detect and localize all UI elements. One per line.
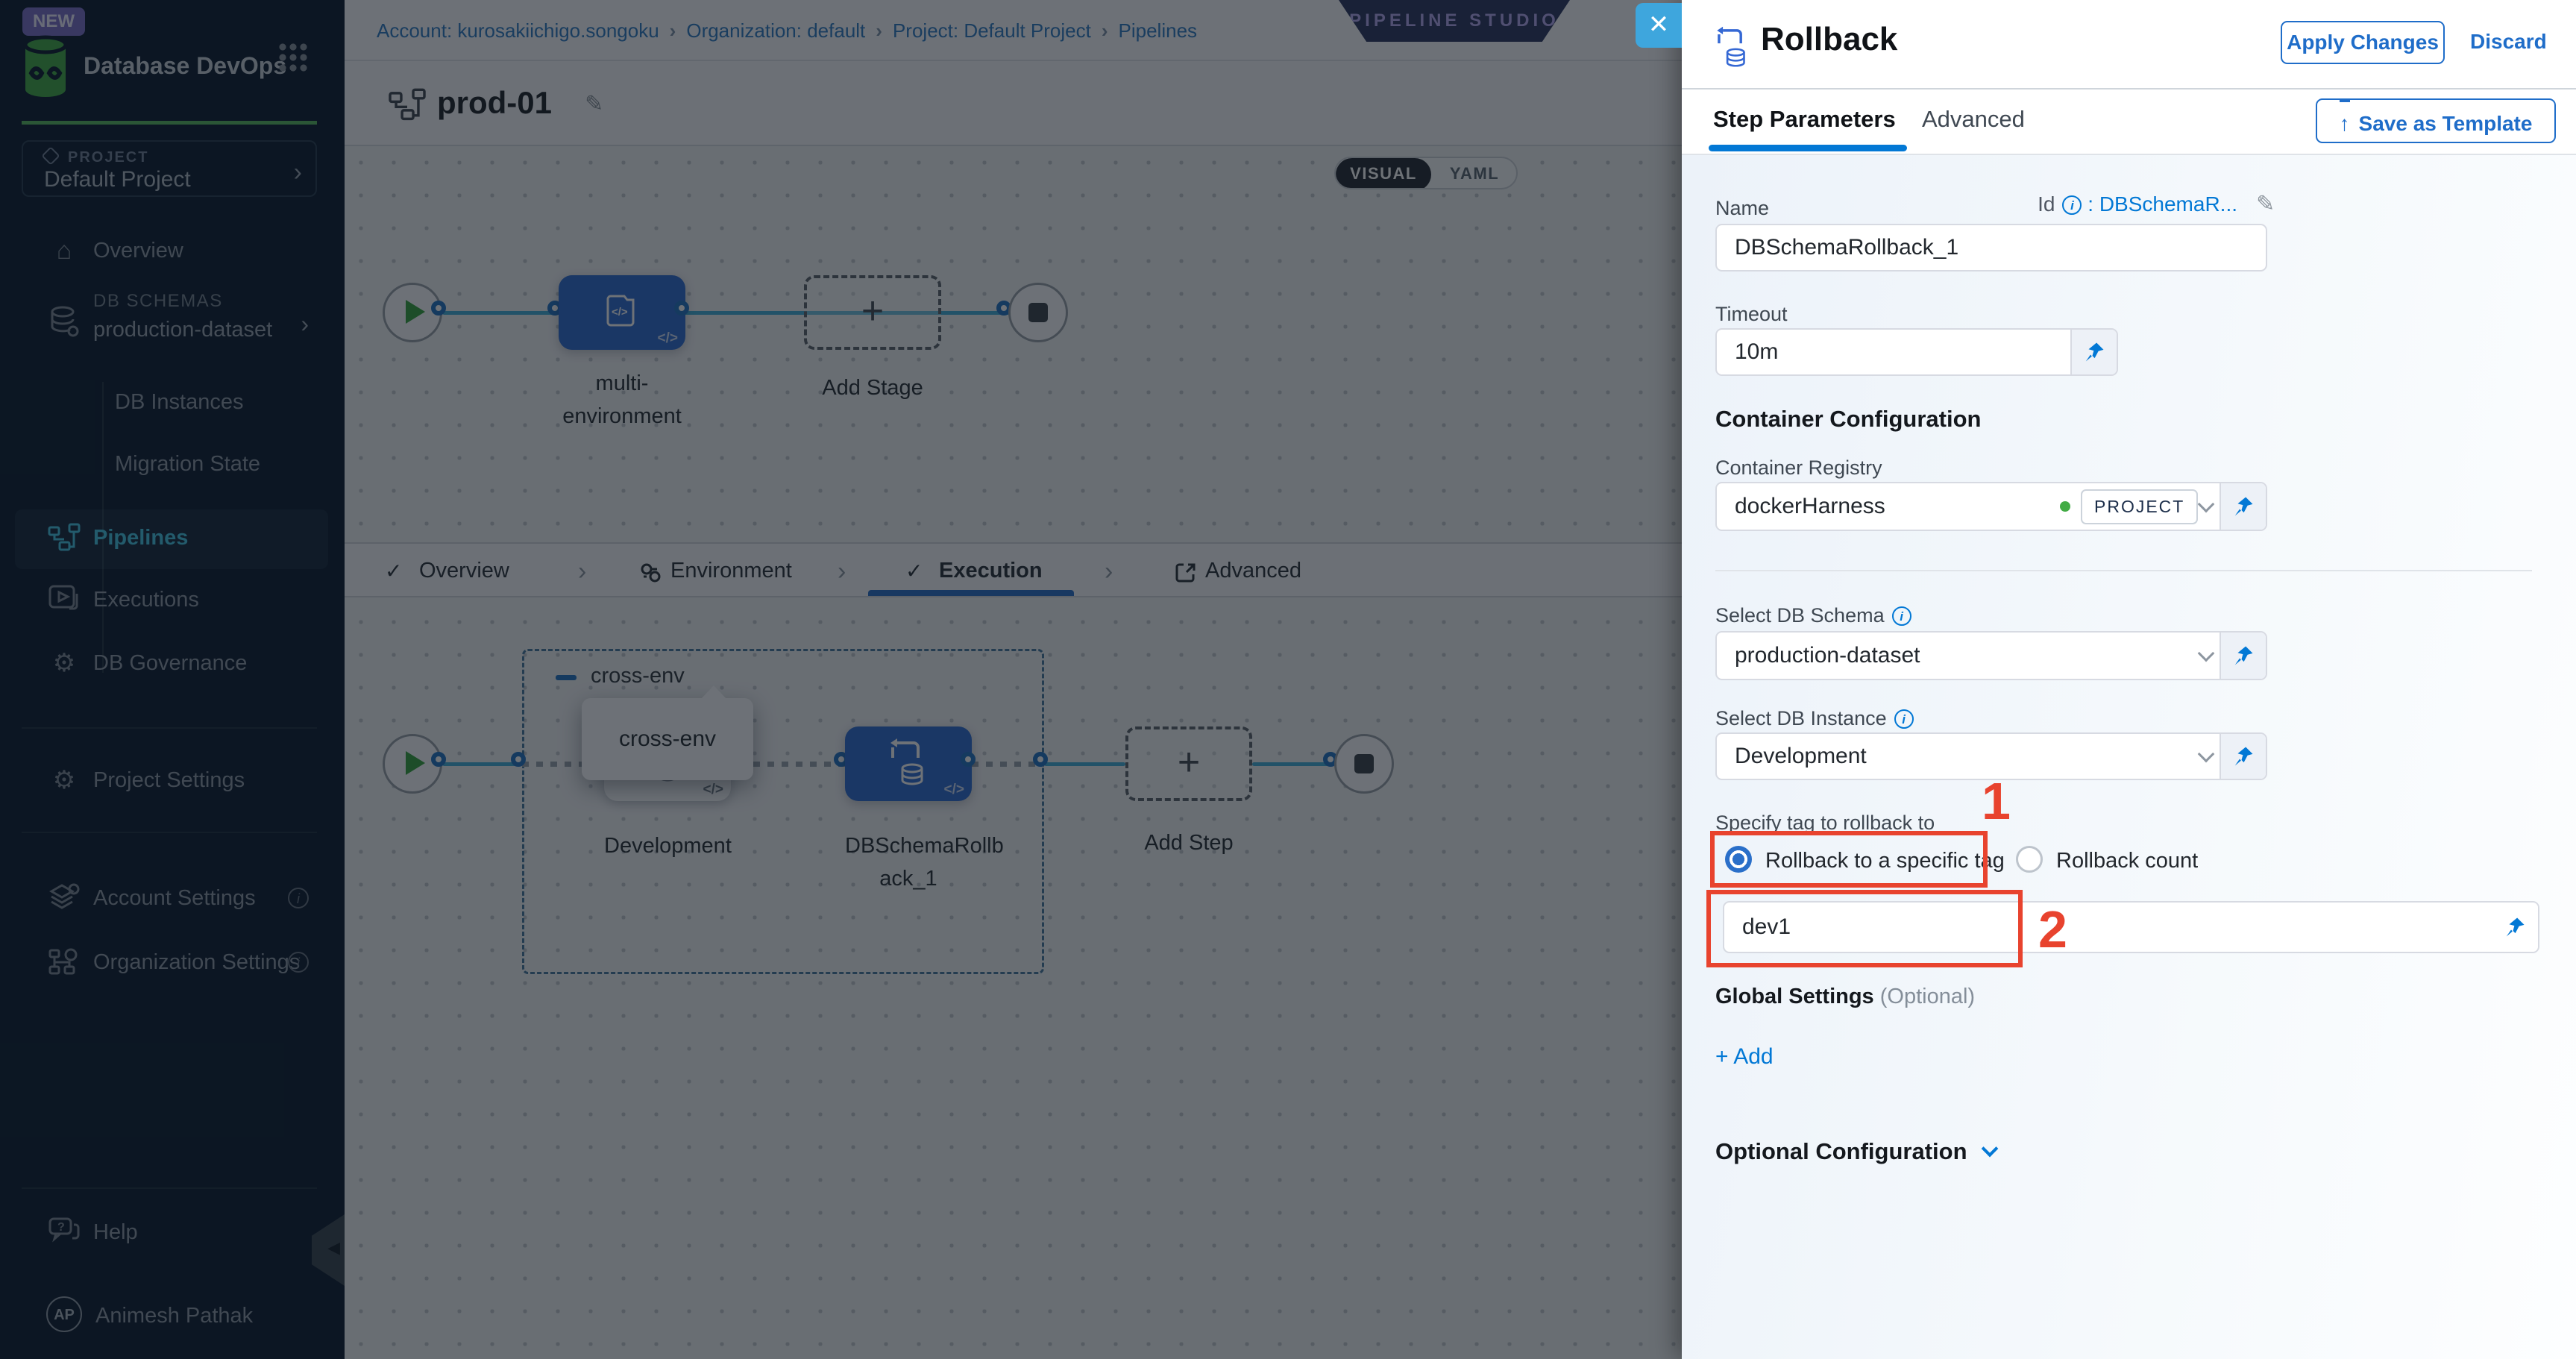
chevron-down-icon[interactable] bbox=[2198, 645, 2215, 662]
annotation-box-2 bbox=[1706, 890, 2023, 967]
annotation-box-1 bbox=[1710, 831, 1988, 888]
id-row: Idi : DBSchemaR... bbox=[1715, 192, 2237, 216]
annotation-number-1: 1 bbox=[1982, 771, 2011, 831]
info-icon[interactable]: i bbox=[2062, 195, 2082, 215]
container-registry-label: Container Registry bbox=[1715, 456, 1882, 480]
tab-step-parameters[interactable]: Step Parameters bbox=[1713, 106, 1896, 133]
scope-badge: PROJECT bbox=[2081, 489, 2198, 524]
rollback-step-icon bbox=[1713, 25, 1752, 75]
pin-input-type-button[interactable] bbox=[2220, 483, 2266, 530]
drawer-title: Rollback bbox=[1761, 21, 1897, 58]
discard-button[interactable]: Discard bbox=[2470, 30, 2547, 54]
app-window: NEW Database DevOps PROJECT Default Proj… bbox=[0, 0, 2576, 1359]
chevron-down-icon[interactable] bbox=[2198, 496, 2215, 513]
chevron-down-icon bbox=[1981, 1140, 1998, 1158]
form-divider bbox=[1715, 570, 2532, 571]
container-registry-input[interactable]: dockerHarness PROJECT bbox=[1715, 482, 2267, 531]
timeout-input[interactable]: 10m bbox=[1715, 328, 2118, 376]
pin-input-type-button[interactable] bbox=[2070, 330, 2117, 374]
pin-input-type-button[interactable] bbox=[2220, 633, 2266, 679]
optional-configuration-toggle[interactable]: Optional Configuration bbox=[1715, 1138, 1996, 1165]
info-icon[interactable]: i bbox=[1892, 606, 1911, 626]
pin-input-type-button[interactable] bbox=[2492, 903, 2538, 952]
tab-advanced[interactable]: Advanced bbox=[1922, 106, 2025, 133]
connectivity-status-dot bbox=[2060, 501, 2070, 512]
chevron-down-icon[interactable] bbox=[2198, 746, 2215, 763]
name-input[interactable]: DBSchemaRollback_1 bbox=[1715, 224, 2267, 272]
add-global-setting-link[interactable]: + Add bbox=[1715, 1044, 1774, 1070]
radio-label-rollback-count[interactable]: Rollback count bbox=[2056, 849, 2198, 873]
id-value: : DBSchemaR... bbox=[2087, 192, 2237, 216]
active-tab-underline bbox=[1709, 145, 1907, 151]
edit-id-pencil-icon[interactable]: ✎ bbox=[2256, 191, 2275, 217]
select-db-instance-label: Select DB Instancei bbox=[1715, 707, 1914, 730]
close-icon[interactable]: ✕ bbox=[1636, 3, 1682, 48]
drawer-divider bbox=[1682, 88, 2576, 90]
modal-dim-overlay bbox=[0, 0, 1682, 1359]
select-db-schema-label: Select DB Schemai bbox=[1715, 604, 1911, 627]
info-icon[interactable]: i bbox=[1894, 709, 1914, 729]
container-configuration-heading: Container Configuration bbox=[1715, 406, 1981, 433]
radio-rollback-count[interactable] bbox=[2016, 846, 2043, 873]
save-as-template-button[interactable]: ↑Save as Template bbox=[2316, 98, 2556, 143]
step-config-drawer: ✕ Rollback Apply Changes Discard Step Pa… bbox=[1682, 0, 2576, 1359]
upload-icon: ↑ bbox=[2340, 100, 2350, 145]
pin-input-type-button[interactable] bbox=[2220, 734, 2266, 779]
timeout-label: Timeout bbox=[1715, 303, 1788, 326]
db-schema-select[interactable]: production-dataset bbox=[1715, 631, 2267, 680]
annotation-number-2: 2 bbox=[2038, 900, 2067, 959]
apply-changes-button[interactable]: Apply Changes bbox=[2281, 21, 2445, 64]
global-settings-label: Global Settings (Optional) bbox=[1715, 985, 1975, 1009]
step-parameters-form: Name Idi : DBSchemaR... ✎ DBSchemaRollba… bbox=[1682, 154, 2576, 1359]
